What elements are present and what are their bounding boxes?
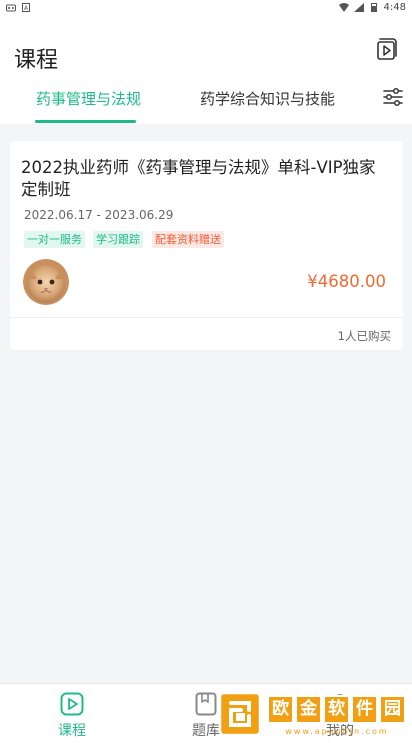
- signal-icon: [353, 2, 364, 12]
- tab-pharmacy-knowledge[interactable]: 药学综合知识与技能: [200, 88, 335, 109]
- nav-label-courses: 课程: [58, 723, 86, 739]
- course-price: ¥4680.00: [307, 272, 386, 291]
- course-tabs: 药事管理与法规 药学综合知识与技能: [0, 84, 412, 124]
- book-icon: [195, 692, 217, 716]
- nav-item-courses[interactable]: 课程: [42, 690, 102, 740]
- svg-text:A: A: [24, 5, 29, 12]
- status-left: A: [6, 2, 31, 12]
- play-icon: [60, 692, 84, 716]
- status-time: 4:48: [383, 1, 406, 13]
- buyer-count: 1人已购买: [337, 329, 391, 343]
- video-list-icon[interactable]: [374, 36, 400, 62]
- tag-materials-gift: 配套资料赠送: [152, 231, 224, 248]
- wifi-icon: [338, 2, 349, 12]
- header: 课程 药事管理与法规 药学综合知识与技能: [0, 14, 412, 124]
- battery-icon: [370, 2, 377, 12]
- watermark-char: 欧: [267, 695, 294, 724]
- tag-one-on-one: 一对一服务: [24, 231, 85, 248]
- filter-icon[interactable]: [382, 86, 404, 108]
- status-bar: A 4:48: [0, 0, 412, 14]
- course-title: 2022执业药师《药事管理与法规》单科-VIP独家定制班: [21, 158, 376, 199]
- course-date-range: 2022.06.17 - 2023.06.29: [24, 208, 174, 222]
- tab-pharmacy-law[interactable]: 药事管理与法规: [36, 88, 141, 109]
- watermark-char: 金: [295, 695, 322, 724]
- tag-study-tracking: 学习跟踪: [93, 231, 143, 248]
- card-divider: [10, 317, 403, 318]
- teacher-avatar: [23, 259, 69, 305]
- watermark-logo-icon: [218, 691, 262, 737]
- watermark-url: www.apoubjn.com: [285, 727, 389, 736]
- notification-icon: [6, 4, 16, 11]
- course-card[interactable]: 2022执业药师《药事管理与法规》单科-VIP独家定制班 2022.06.17 …: [10, 141, 403, 350]
- status-right: 4:48: [338, 1, 406, 13]
- watermark-char: 园: [379, 695, 406, 724]
- download-icon: A: [22, 2, 30, 12]
- page-title: 课程: [14, 48, 59, 73]
- watermark: 欧 金 软 件 园 www.apoubjn.com: [217, 690, 407, 740]
- watermark-char: 件: [351, 695, 378, 724]
- watermark-text: 欧 金 软 件 园: [267, 695, 407, 727]
- watermark-char: 软: [323, 695, 350, 724]
- active-tab-indicator: [35, 120, 136, 123]
